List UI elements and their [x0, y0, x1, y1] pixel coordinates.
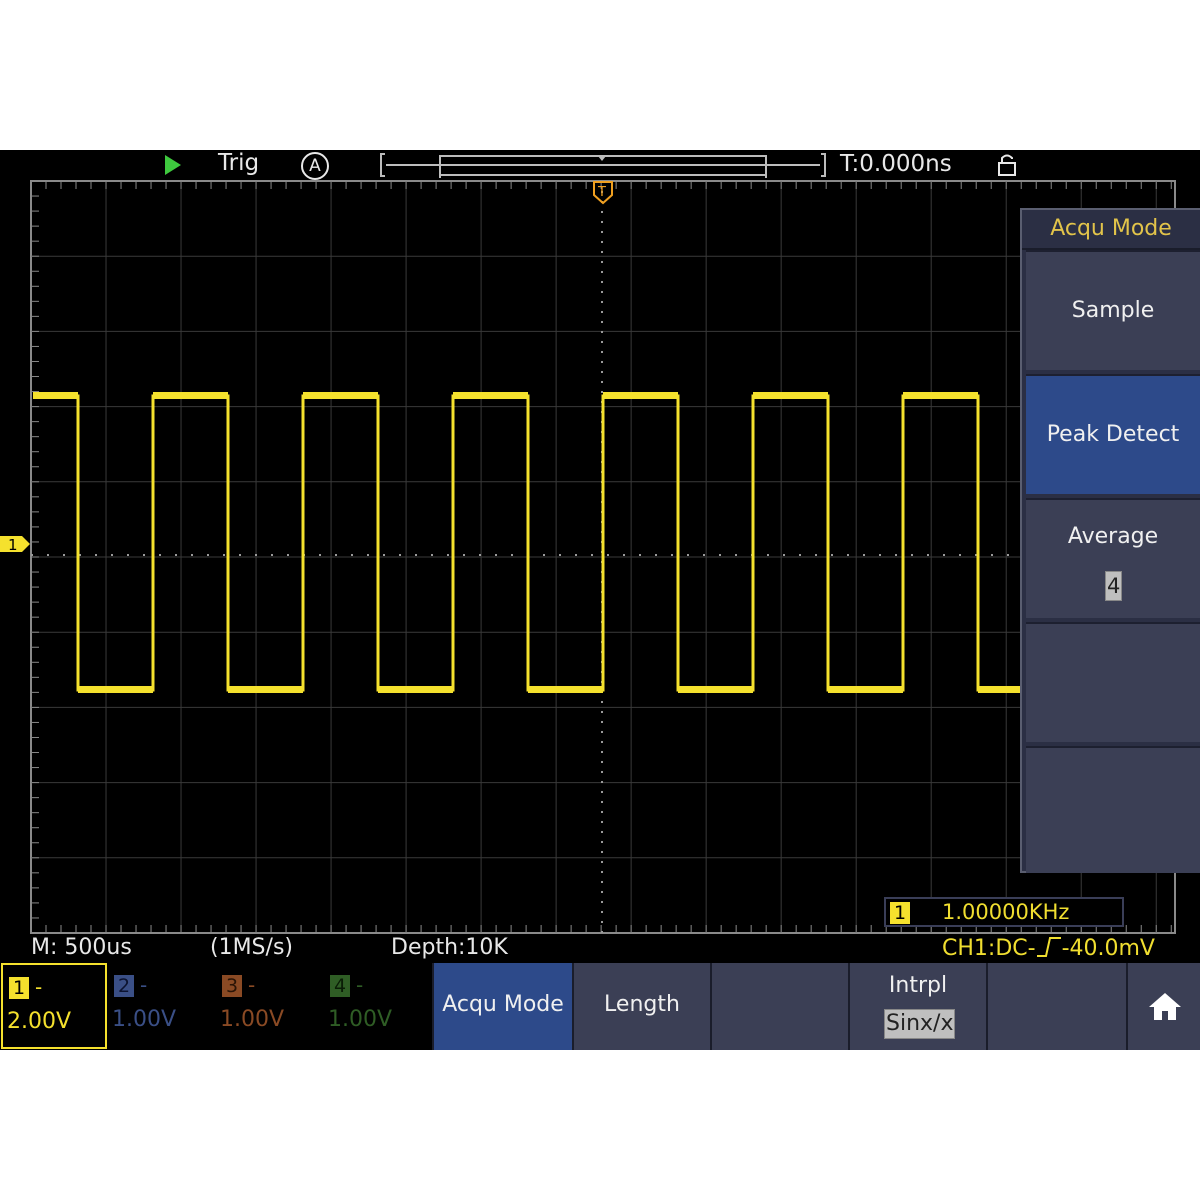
ch3-number-badge: 3	[222, 975, 242, 997]
ch2-number-badge: 2	[114, 975, 134, 997]
menu-item-label: Average	[1067, 524, 1159, 549]
ch2-volts-div: 1.00V	[112, 1007, 177, 1032]
bottom-menu-label: Length	[604, 992, 680, 1017]
ch2-coupling: -	[140, 973, 148, 997]
menu-empty-slot-4	[1026, 622, 1200, 742]
mode-peak-detect-button[interactable]: Peak Detect	[1026, 374, 1200, 494]
average-count-value[interactable]: 4	[1105, 571, 1123, 601]
ch1-waveform-band	[528, 686, 603, 693]
bottom-menu-bar: 1 - 2.00V 2 - 1.00V 3 - 1.00V 4 - 1.00V …	[0, 963, 1200, 1050]
menu-title: Acqu Mode	[1022, 210, 1200, 250]
length-button[interactable]: Length	[572, 963, 710, 1050]
ch1-waveform-band	[828, 686, 903, 693]
ch1-volts-div: 2.00V	[7, 1009, 72, 1034]
bottom-menu-label: Acqu Mode	[442, 992, 564, 1017]
ch1-status-box[interactable]: 1 - 2.00V	[1, 963, 107, 1049]
memory-position-bar[interactable]	[380, 152, 826, 178]
ch1-waveform-band	[753, 392, 828, 399]
trigger-mode-auto-icon: A	[301, 152, 329, 180]
ch3-coupling: -	[248, 973, 256, 997]
svg-text:1: 1	[8, 536, 18, 554]
bottom-menu-label: Intrpl	[888, 973, 948, 998]
trigger-level: -40.0mV	[1061, 936, 1155, 961]
ch1-waveform-band	[33, 392, 78, 399]
home-icon	[1149, 993, 1181, 1020]
menu-item-label: Sample	[1071, 298, 1155, 323]
ch4-volts-div: 1.00V	[328, 1007, 393, 1032]
acquire-mode-menu: Acqu Mode Sample Peak Detect Average 4	[1020, 208, 1200, 873]
ch1-waveform-band	[378, 686, 453, 693]
memory-depth-readout: Depth:10K	[391, 935, 508, 960]
oscilloscope-screen: Trig A T:0.000ns 1 T Acqu Mode Sample Pe…	[0, 150, 1200, 1050]
ch3-status-box[interactable]: 3 - 1.00V	[216, 963, 322, 1049]
interpolation-value: Sinx/x	[884, 1009, 956, 1039]
ch1-waveform-band	[153, 392, 228, 399]
freq-channel-badge: 1	[890, 902, 910, 924]
lock-icon	[998, 154, 1016, 176]
rising-edge-icon	[1036, 937, 1061, 957]
menu-empty-slot-5	[1026, 746, 1200, 873]
ch1-coupling: -	[35, 975, 43, 999]
bottom-empty-slot-3	[710, 963, 848, 1050]
menu-item-label: Peak Detect	[1046, 422, 1180, 447]
ch1-waveform-band	[303, 392, 378, 399]
trigger-position-readout: T:0.000ns	[840, 151, 952, 177]
trigger-T-icon[interactable]: T	[592, 180, 614, 206]
trigger-status-label: Trig	[218, 150, 260, 176]
frequency-counter: 1 1.00000KHz	[884, 897, 1124, 927]
ch4-coupling: -	[356, 973, 364, 997]
ch3-volts-div: 1.00V	[220, 1007, 285, 1032]
ch1-waveform-band	[678, 686, 753, 693]
bottom-empty-slot-5	[986, 963, 1126, 1050]
waveform-grid	[30, 180, 1176, 934]
svg-text:T: T	[597, 185, 606, 200]
interpolation-button[interactable]: Intrpl Sinx/x	[848, 963, 986, 1050]
ch1-waveform-band	[978, 686, 1020, 693]
ch1-waveform-band	[228, 686, 303, 693]
ch1-waveform-band	[603, 392, 678, 399]
ch1-number-badge: 1	[9, 977, 29, 999]
timebase-readout: M: 500us	[31, 935, 132, 960]
ch1-waveform-band	[453, 392, 528, 399]
ch1-offset-icon[interactable]: 1	[0, 534, 30, 554]
ch4-status-box[interactable]: 4 - 1.00V	[324, 963, 430, 1049]
ch1-waveform-band	[903, 392, 978, 399]
run-state-play-icon	[165, 155, 181, 175]
ch4-number-badge: 4	[330, 975, 350, 997]
trigger-source-coupling: CH1:DC-	[942, 936, 1036, 961]
mode-average-button[interactable]: Average 4	[1026, 498, 1200, 618]
home-button[interactable]	[1126, 963, 1200, 1050]
view-position-marker-icon	[598, 156, 606, 161]
sample-rate-readout: (1MS/s)	[210, 935, 293, 960]
trigger-info-readout: CH1:DC- -40.0mV	[942, 936, 1155, 961]
frequency-value: 1.00000KHz	[942, 900, 1070, 924]
ch1-waveform-band	[78, 686, 153, 693]
ch2-status-box[interactable]: 2 - 1.00V	[108, 963, 214, 1049]
mode-sample-button[interactable]: Sample	[1026, 250, 1200, 370]
acqu-mode-button[interactable]: Acqu Mode	[432, 963, 572, 1050]
